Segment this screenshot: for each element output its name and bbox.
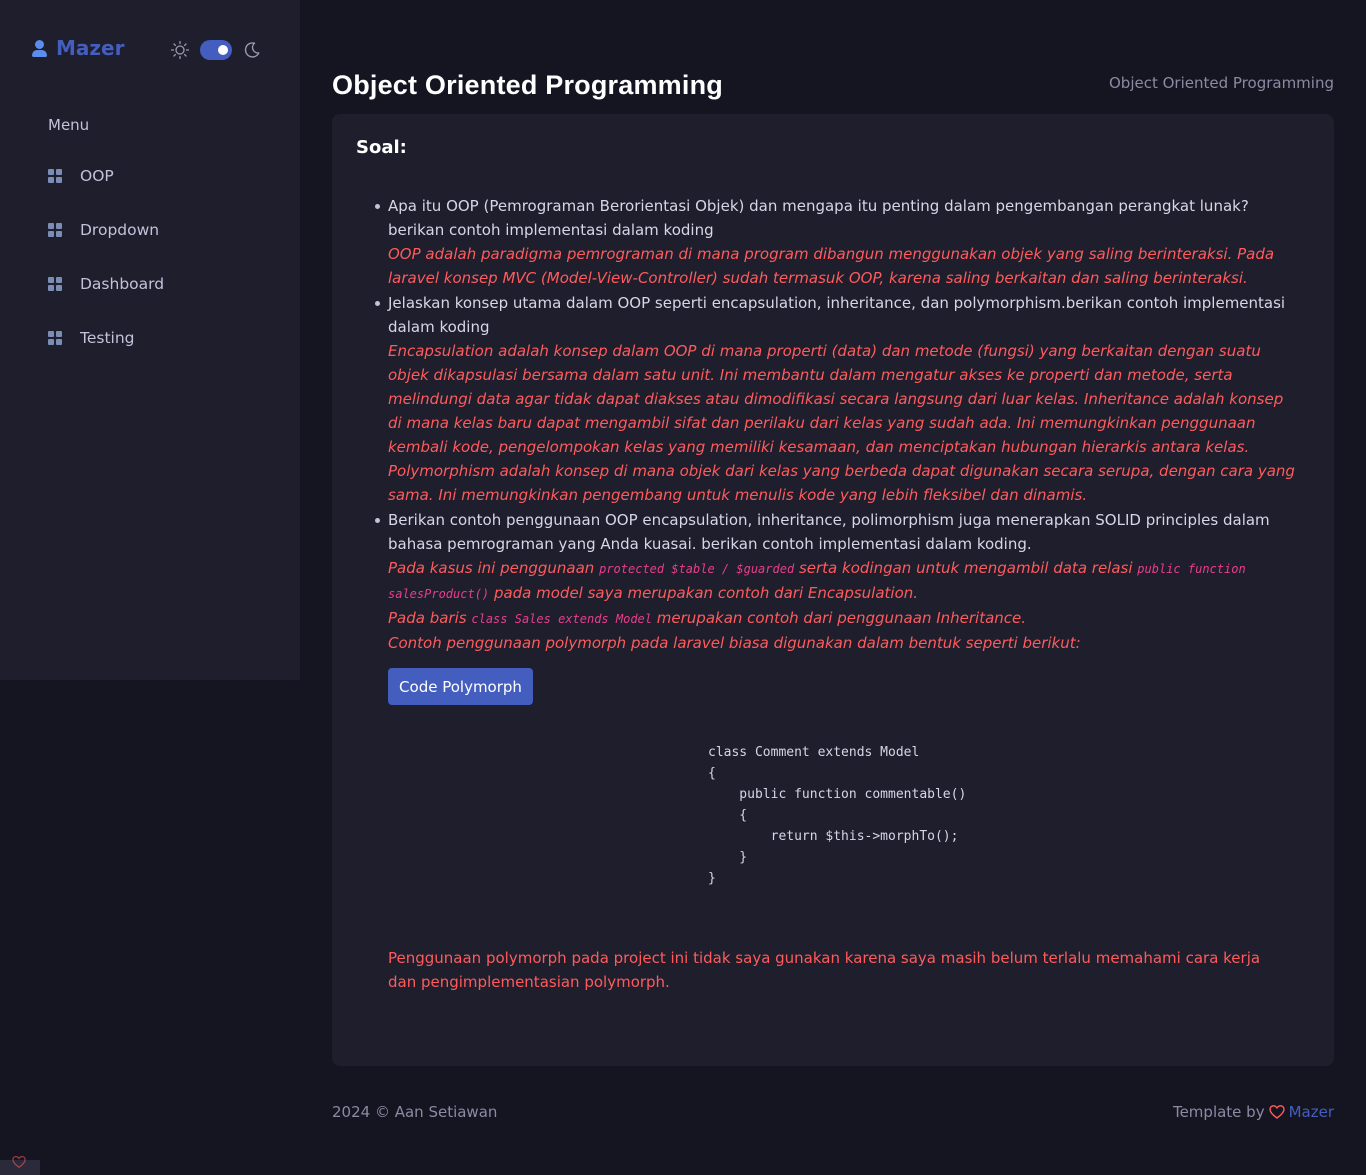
code-block: class Comment extends Model { public fun… xyxy=(708,745,967,886)
brand-logo[interactable]: Mazer xyxy=(30,36,124,60)
list-item: Apa itu OOP (Pemrograman Berorientasi Ob… xyxy=(375,194,1300,290)
list-item: Jelaskan konsep utama dalam OOP seperti … xyxy=(375,291,1300,507)
content-card: Soal: Apa itu OOP (Pemrograman Berorient… xyxy=(332,114,1334,1066)
answer-text: OOP adalah paradigma pemrograman di mana… xyxy=(388,245,1275,287)
inline-code: class Sales extends Model xyxy=(471,612,652,626)
question-list: Apa itu OOP (Pemrograman Berorientasi Ob… xyxy=(375,194,1300,656)
answer-text: Encapsulation adalah konsep dalam OOP di… xyxy=(388,342,1295,504)
menu-title: Menu xyxy=(48,116,90,134)
sidebar-item-label: OOP xyxy=(80,167,114,185)
code-polymorph-button[interactable]: Code Polymorph xyxy=(388,668,533,705)
card-title: Soal: xyxy=(356,137,407,158)
heart-icon xyxy=(12,1155,26,1168)
answer-text: Pada kasus ini penggunaan xyxy=(388,559,595,577)
grid-icon xyxy=(48,222,63,238)
question-text: Berikan contoh penggunaan OOP encapsulat… xyxy=(388,511,1270,553)
grid-icon xyxy=(48,276,63,292)
footer-brand-link[interactable]: Mazer xyxy=(1289,1103,1334,1121)
sidebar-item-dropdown[interactable]: Dropdown xyxy=(48,216,164,244)
grid-icon xyxy=(48,330,63,346)
heart-icon xyxy=(1268,1105,1285,1119)
answer-text: serta kodingan untuk mengambil data rela… xyxy=(798,559,1133,577)
sidebar: Mazer Menu OOP Dropdown Dashboard Testin… xyxy=(0,0,300,680)
sidebar-item-oop[interactable]: OOP xyxy=(48,162,164,190)
sidebar-nav: OOP Dropdown Dashboard Testing xyxy=(48,162,164,378)
footer-copyright: 2024 © Aan Setiawan xyxy=(332,1103,498,1121)
sidebar-item-testing[interactable]: Testing xyxy=(48,324,164,352)
page-title: Object Oriented Programming xyxy=(332,70,723,100)
brand-name: Mazer xyxy=(56,36,125,60)
grid-icon xyxy=(48,168,63,184)
footer-template-label: Template by xyxy=(1172,1103,1265,1121)
sidebar-item-label: Dashboard xyxy=(80,275,165,293)
answer-encapsulation: Pada kasus ini penggunaan protected $tab… xyxy=(388,556,1300,606)
footer-credit: Template by Mazer xyxy=(1173,1103,1334,1121)
sidebar-item-label: Testing xyxy=(80,329,135,347)
answer-text: Pada baris xyxy=(388,609,467,627)
sidebar-item-label: Dropdown xyxy=(80,221,160,239)
polymorph-note: Penggunaan polymorph pada project ini ti… xyxy=(388,949,1261,991)
answer-polymorph: Contoh penggunaan polymorph pada laravel… xyxy=(388,634,1081,652)
user-icon xyxy=(30,38,48,58)
breadcrumb[interactable]: Object Oriented Programming xyxy=(1109,74,1334,92)
sun-icon xyxy=(170,40,190,60)
inline-code: protected $table / $guarded xyxy=(599,562,795,576)
list-item: Berikan contoh penggunaan OOP encapsulat… xyxy=(375,508,1300,655)
moon-icon xyxy=(244,42,260,58)
answer-text: merupakan contoh dari penggunaan Inherit… xyxy=(656,609,1027,627)
corner-badge xyxy=(0,1155,40,1175)
answer-inheritance: Pada baris class Sales extends Model mer… xyxy=(388,606,1300,631)
sidebar-item-dashboard[interactable]: Dashboard xyxy=(48,270,164,298)
theme-toggle-group xyxy=(170,40,262,60)
question-text: Apa itu OOP (Pemrograman Berorientasi Ob… xyxy=(388,197,1249,239)
question-text: Jelaskan konsep utama dalam OOP seperti … xyxy=(388,294,1286,336)
answer-text: pada model saya merupakan contoh dari En… xyxy=(493,584,919,602)
theme-switch[interactable] xyxy=(200,40,232,60)
